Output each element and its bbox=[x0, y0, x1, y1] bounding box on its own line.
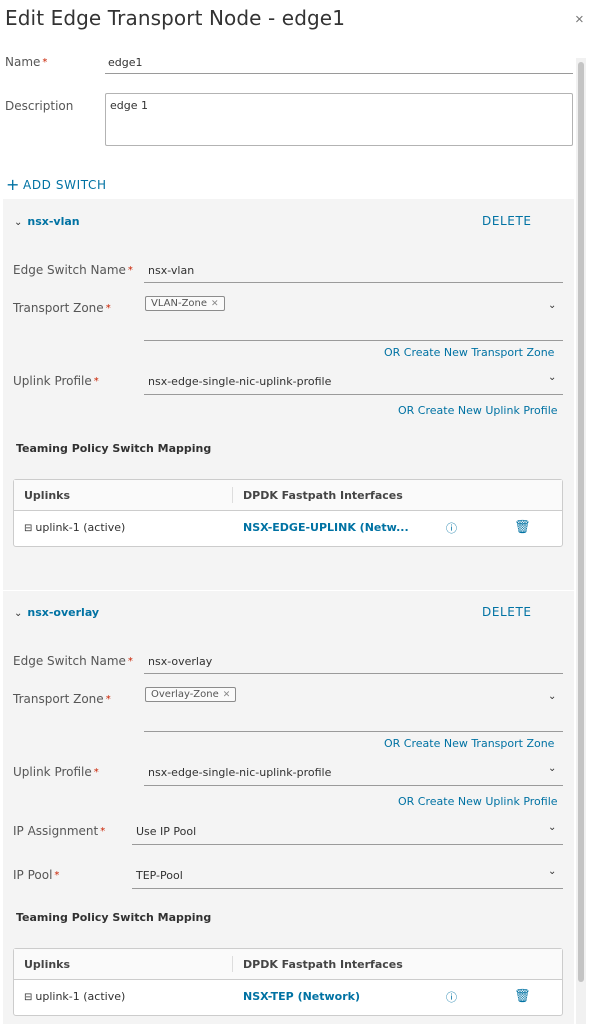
uplink-port-icon: ⊟ bbox=[24, 992, 33, 1003]
remove-tag-icon[interactable]: ✕ bbox=[223, 690, 231, 700]
transport-zone-label: Transport Zone * bbox=[13, 692, 111, 706]
plus-icon: + bbox=[6, 175, 21, 194]
ip-pool-underline bbox=[132, 888, 563, 889]
dialog-title: Edit Edge Transport Node - edge1 bbox=[5, 6, 346, 30]
create-uplink-profile-link[interactable]: OR Create New Uplink Profile bbox=[398, 795, 558, 808]
uplink-cell: ⊟ uplink-1 (active) bbox=[24, 521, 126, 534]
delete-switch-button[interactable]: DELETE bbox=[482, 214, 532, 228]
transport-zone-tag[interactable]: Overlay-Zone ✕ bbox=[145, 687, 237, 702]
remove-tag-icon[interactable]: ✕ bbox=[211, 299, 219, 309]
ip-assignment-label: IP Assignment * bbox=[13, 824, 106, 838]
create-transport-zone-link[interactable]: OR Create New Transport Zone bbox=[384, 737, 554, 750]
chevron-down-icon[interactable]: ⌄ bbox=[548, 763, 556, 774]
delete-switch-button[interactable]: DELETE bbox=[482, 605, 532, 619]
description-textarea[interactable]: edge 1 bbox=[105, 93, 573, 146]
teaming-table: Uplinks DPDK Fastpath Interfaces ⊟ uplink… bbox=[13, 948, 563, 1016]
column-header-dpdk: DPDK Fastpath Interfaces bbox=[243, 489, 403, 502]
uplink-profile-underline bbox=[144, 785, 563, 786]
create-transport-zone-link[interactable]: OR Create New Transport Zone bbox=[384, 346, 554, 359]
collapse-chevron-icon: ⌄ bbox=[14, 217, 23, 228]
info-icon[interactable]: ⓘ bbox=[446, 989, 457, 1005]
create-uplink-profile-link[interactable]: OR Create New Uplink Profile bbox=[398, 404, 558, 417]
uplink-profile-select[interactable]: nsx-edge-single-nic-uplink-profile bbox=[148, 766, 331, 779]
transport-zone-label: Transport Zone * bbox=[13, 301, 111, 315]
uplink-profile-label: Uplink Profile * bbox=[13, 765, 99, 779]
column-divider bbox=[232, 487, 233, 503]
teaming-policy-title: Teaming Policy Switch Mapping bbox=[16, 911, 212, 924]
info-icon[interactable]: ⓘ bbox=[446, 520, 457, 536]
dpdk-interface-select[interactable]: NSX-TEP (Network) bbox=[243, 990, 360, 1003]
ip-pool-label: IP Pool * bbox=[13, 868, 60, 882]
chevron-down-icon[interactable]: ⌄ bbox=[548, 372, 556, 383]
description-label: Description bbox=[5, 99, 74, 113]
ip-assignment-underline bbox=[132, 844, 563, 845]
column-header-uplinks: Uplinks bbox=[24, 489, 71, 502]
uplink-port-icon: ⊟ bbox=[24, 523, 33, 534]
teaming-table: Uplinks DPDK Fastpath Interfaces ⊟ uplink… bbox=[13, 479, 563, 547]
chevron-down-icon[interactable]: ⌄ bbox=[548, 822, 556, 833]
add-switch-button[interactable]: + ADD SWITCH bbox=[6, 175, 107, 194]
edge-switch-name-underline bbox=[144, 282, 563, 283]
column-header-dpdk: DPDK Fastpath Interfaces bbox=[243, 958, 403, 971]
teaming-policy-title: Teaming Policy Switch Mapping bbox=[16, 442, 212, 455]
table-row: ⊟ uplink-1 (active) NSX-TEP (Network) ⓘ 🗑 bbox=[14, 980, 562, 1014]
chevron-down-icon[interactable]: ⌄ bbox=[548, 866, 556, 877]
uplink-profile-underline bbox=[144, 394, 563, 395]
ip-assignment-select[interactable]: Use IP Pool bbox=[136, 825, 196, 838]
name-underline bbox=[105, 73, 573, 74]
name-label: Name * bbox=[5, 55, 48, 69]
chevron-down-icon[interactable]: ⌄ bbox=[548, 300, 556, 311]
ip-pool-select[interactable]: TEP-Pool bbox=[136, 869, 183, 882]
table-row: ⊟ uplink-1 (active) NSX-EDGE-UPLINK (Netw… bbox=[14, 511, 562, 545]
edge-switch-name-underline bbox=[144, 673, 563, 674]
name-input[interactable]: edge1 bbox=[108, 56, 143, 69]
close-icon[interactable]: × bbox=[575, 11, 584, 28]
transport-zone-underline bbox=[144, 731, 563, 732]
edge-switch-name-label: Edge Switch Name * bbox=[13, 263, 133, 277]
table-header-row: Uplinks DPDK Fastpath Interfaces bbox=[14, 480, 562, 511]
uplink-profile-select[interactable]: nsx-edge-single-nic-uplink-profile bbox=[148, 375, 331, 388]
scrollbar-thumb[interactable] bbox=[578, 62, 584, 982]
table-header-row: Uplinks DPDK Fastpath Interfaces bbox=[14, 949, 562, 980]
chevron-down-icon[interactable]: ⌄ bbox=[548, 691, 556, 702]
uplink-profile-label: Uplink Profile * bbox=[13, 374, 99, 388]
trash-icon[interactable]: 🗑 bbox=[514, 519, 531, 535]
transport-zone-tag[interactable]: VLAN-Zone ✕ bbox=[145, 296, 225, 311]
transport-zone-underline bbox=[144, 340, 563, 341]
switch-header-nsx-overlay[interactable]: ⌄ nsx-overlay bbox=[14, 606, 99, 619]
uplink-cell: ⊟ uplink-1 (active) bbox=[24, 990, 126, 1003]
column-header-uplinks: Uplinks bbox=[24, 958, 71, 971]
trash-icon[interactable]: 🗑 bbox=[514, 988, 531, 1004]
column-divider bbox=[232, 956, 233, 972]
edge-switch-name-label: Edge Switch Name * bbox=[13, 654, 133, 668]
switch-header-nsx-vlan[interactable]: ⌄ nsx-vlan bbox=[14, 215, 80, 228]
edge-switch-name-input[interactable]: nsx-vlan bbox=[148, 264, 194, 277]
edge-switch-name-input[interactable]: nsx-overlay bbox=[148, 655, 212, 668]
collapse-chevron-icon: ⌄ bbox=[14, 608, 23, 619]
dpdk-interface-select[interactable]: NSX-EDGE-UPLINK (Netw... bbox=[243, 521, 409, 534]
